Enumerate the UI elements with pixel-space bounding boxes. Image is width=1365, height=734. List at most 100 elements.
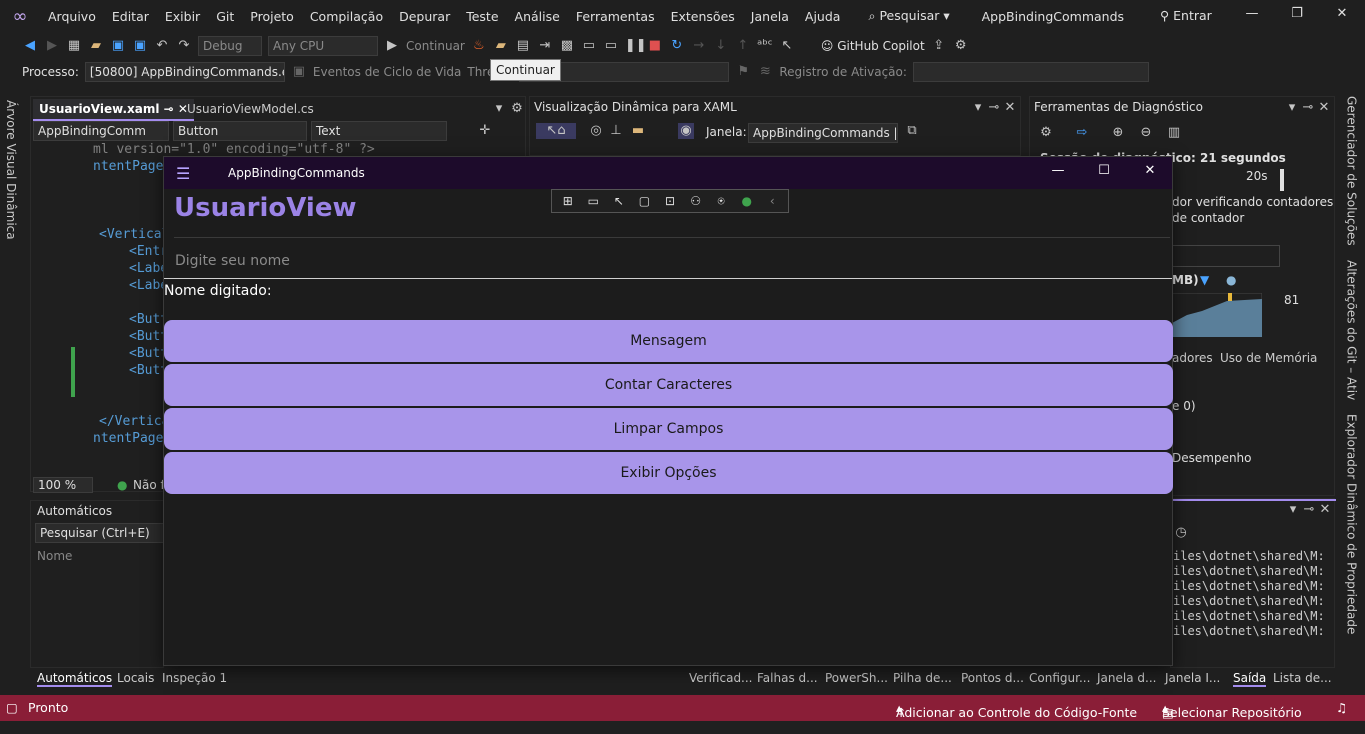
measure-icon[interactable]: ▬ (630, 123, 646, 139)
tab-bottom-3[interactable]: PowerSh... (825, 671, 888, 685)
close-icon[interactable]: ✕ (1332, 6, 1352, 26)
step-into-icon[interactable]: ↓ (713, 38, 729, 54)
record-icon[interactable]: ▭ (584, 194, 604, 208)
camera-icon[interactable]: ▩ (559, 38, 575, 54)
menu-teste[interactable]: Teste (458, 9, 506, 24)
dropdown-icon[interactable]: ▾ (1285, 502, 1301, 518)
check-status-icon[interactable]: ● (737, 194, 757, 208)
tab-autos[interactable]: Automáticos (37, 671, 113, 687)
live-property-explorer-tab[interactable]: Explorador Dinâmico de Propriedade (1345, 414, 1359, 634)
pause-icon[interactable]: ❚❚ (625, 38, 647, 54)
pin-icon[interactable]: ⊸ (986, 100, 1002, 116)
layout-adorner-icon[interactable]: ▢ (635, 194, 655, 208)
hot-reload-icon[interactable]: ♨ (471, 38, 487, 54)
maui-close-icon[interactable]: ✕ (1138, 163, 1162, 183)
new-project-icon[interactable]: ▦ (66, 38, 82, 54)
visibility-icon[interactable]: ◉ (678, 123, 694, 139)
maui-maximize-icon[interactable]: ☐ (1092, 163, 1116, 183)
menu-projeto[interactable]: Projeto (242, 9, 302, 24)
window-icon[interactable]: ⧉ (904, 123, 920, 139)
layout-icon[interactable]: ▤ (515, 38, 531, 54)
nav-project-select[interactable]: AppBindingComm (33, 121, 169, 141)
menu-git[interactable]: Git (208, 9, 242, 24)
minimize-icon[interactable]: — (1242, 6, 1262, 26)
tab-overflow-icon[interactable]: ▾ (491, 101, 507, 117)
save-icon[interactable]: ▣ (110, 38, 126, 54)
pin-icon[interactable]: ⊸ (164, 102, 174, 116)
monitor-icon[interactable]: ▭ (603, 38, 619, 54)
tab-bottom-4[interactable]: Pilha de... (893, 671, 952, 685)
step-out-icon[interactable]: ↑ (735, 38, 751, 54)
stop-icon[interactable]: ■ (647, 38, 663, 54)
binding-icon[interactable]: ⚇ (686, 194, 706, 208)
restore-icon[interactable]: ❐ (1287, 6, 1307, 26)
lifecycle-events[interactable]: Eventos de Ciclo de Vida (313, 65, 461, 79)
tab-usuarioview-xaml[interactable]: UsuarioView.xaml ⊸ ✕ (33, 99, 194, 121)
menu-ferramentas[interactable]: Ferramentas (568, 9, 663, 24)
zoom-out-icon[interactable]: ⊖ (1138, 125, 1154, 141)
select-repository-button[interactable]: ▤ Selecionar Repositório ▴ (1162, 700, 1302, 720)
settings-icon[interactable]: ⚙ (1038, 125, 1054, 141)
process-select[interactable]: [50800] AppBindingCommands.ex (84, 62, 285, 82)
share-icon[interactable]: ⇪ (931, 38, 947, 54)
live-visual-tree-tab[interactable]: Árvore Visual Dinâmica (4, 100, 18, 240)
close-icon[interactable]: ✕ (1002, 100, 1018, 116)
solution-explorer-tab[interactable]: Gerenciador de Soluções (1345, 96, 1359, 246)
dropdown-icon[interactable]: ▾ (970, 100, 986, 116)
menu-arquivo[interactable]: Arquivo (40, 9, 104, 24)
diag-tab-counters[interactable]: adores (1172, 351, 1213, 365)
step-over-icon[interactable]: → (691, 38, 707, 54)
split-icon[interactable]: ✛ (477, 123, 493, 139)
tab-output[interactable]: Saída (1233, 671, 1267, 687)
track-focus-icon[interactable]: ⊡ (660, 194, 680, 208)
restart-icon[interactable]: ↻ (669, 38, 685, 54)
close-icon[interactable]: ✕ (1316, 100, 1332, 116)
step-icon[interactable]: ⇥ (537, 38, 553, 54)
pin-icon[interactable]: ⊸ (1300, 100, 1316, 116)
tab-watch-1[interactable]: Inspeção 1 (162, 671, 227, 685)
menu-janela[interactable]: Janela (743, 9, 797, 24)
menu-extensoes[interactable]: Extensões (663, 9, 743, 24)
menu-ajuda[interactable]: Ajuda (797, 9, 849, 24)
menu-analise[interactable]: Análise (507, 9, 568, 24)
spell-check-icon[interactable]: ᵃᵇᶜ (757, 38, 773, 54)
dropdown-icon[interactable]: ▾ (1284, 100, 1300, 116)
configuration-select[interactable]: Debug (198, 36, 262, 56)
stack-icon[interactable]: ≋ (757, 64, 773, 80)
tab-bottom-7[interactable]: Janela d... (1097, 671, 1156, 685)
diag-tab-memory[interactable]: Uso de Memória (1220, 351, 1317, 365)
zoom-in-icon[interactable]: ⊕ (1110, 125, 1126, 141)
exibir-opcoes-button[interactable]: Exibir Opções (164, 452, 1173, 494)
ruler-icon[interactable]: ◎ (588, 123, 604, 139)
save-all-icon[interactable]: ▣ (132, 38, 148, 54)
tab-bottom-2[interactable]: Falhas d... (757, 671, 818, 685)
tab-bottom-10[interactable]: Lista de... (1273, 671, 1332, 685)
clock-icon[interactable]: ◷ (1173, 525, 1189, 541)
undo-icon[interactable]: ↶ (154, 38, 170, 54)
gear-icon[interactable]: ⚙ (509, 101, 525, 117)
search-menu[interactable]: ⌕ Pesquisar ▾ (860, 8, 957, 24)
tab-usuarioviewmodel-cs[interactable]: UsuarioViewModel.cs (181, 99, 320, 121)
menu-compilacao[interactable]: Compilação (302, 9, 391, 24)
menu-depurar[interactable]: Depurar (391, 9, 458, 24)
collapse-icon[interactable]: ‹ (763, 194, 783, 208)
tab-locals[interactable]: Locais (117, 671, 154, 685)
select-element-icon[interactable]: ↖⌂ (536, 123, 576, 139)
terminal-icon[interactable]: ▭ (581, 38, 597, 54)
mensagem-button[interactable]: Mensagem (164, 320, 1173, 362)
tab-bottom-6[interactable]: Configur... (1029, 671, 1090, 685)
menu-editar[interactable]: Editar (104, 9, 157, 24)
select-icon[interactable]: ↖ (609, 194, 629, 208)
activation-select[interactable] (912, 62, 1149, 82)
back-icon[interactable]: ◀ (22, 38, 38, 54)
tab-bottom-8[interactable]: Janela I... (1165, 671, 1220, 685)
name-entry[interactable] (164, 243, 1172, 279)
close-icon[interactable]: ✕ (1317, 502, 1333, 518)
sign-in-button[interactable]: ⚲ Entrar (1160, 8, 1212, 23)
nav-type-select[interactable]: Button (173, 121, 307, 141)
pin-icon[interactable]: ⊸ (1301, 502, 1317, 518)
settings-icon[interactable]: ⚙ (953, 38, 969, 54)
flag-icon[interactable]: ⚑ (735, 64, 751, 80)
folder-icon[interactable]: ▰ (493, 38, 509, 54)
forward-icon[interactable]: ▶ (44, 38, 60, 54)
